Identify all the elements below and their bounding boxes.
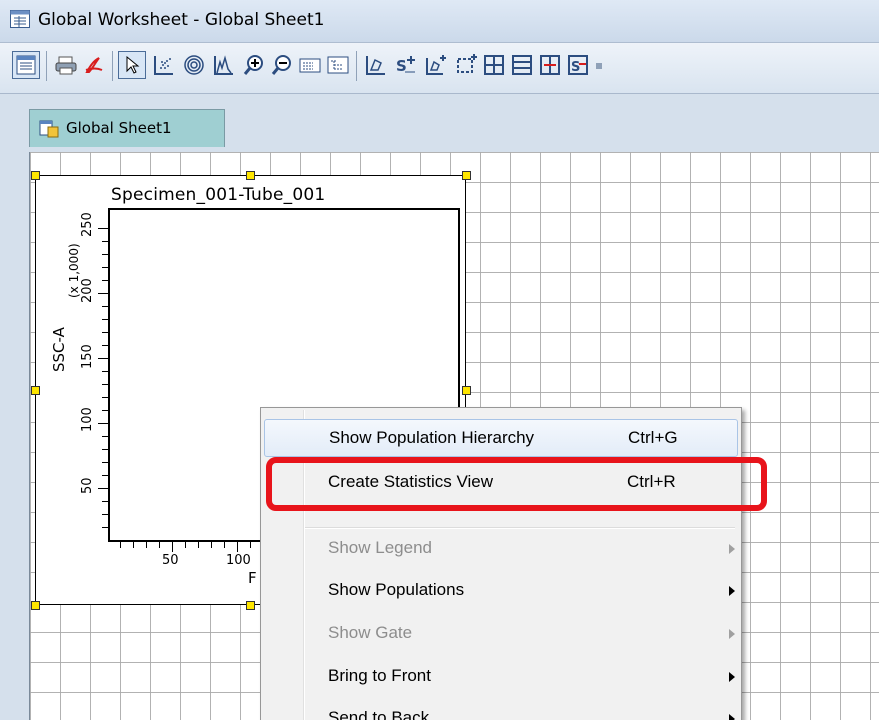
toolbar-separator: [46, 51, 47, 81]
polygon-gate-icon[interactable]: [362, 51, 390, 79]
menu-separator: [305, 527, 735, 529]
y-tick-label: 100: [80, 407, 95, 432]
toolbar-overflow: [596, 63, 602, 69]
statistics-icon[interactable]: [296, 51, 324, 79]
sheet-icon: [39, 118, 59, 138]
worksheet-icon[interactable]: [12, 51, 40, 79]
y-tick-label: 250: [80, 212, 95, 237]
toolbar-separator: [356, 51, 357, 81]
snap-interval-gate-icon[interactable]: S: [564, 51, 592, 79]
left-margin: [0, 94, 29, 720]
hierarchy-icon[interactable]: [324, 51, 352, 79]
toolbar-separator: [112, 51, 113, 81]
selection-handle[interactable]: [31, 171, 40, 180]
interval-gate-icon[interactable]: [508, 51, 536, 79]
print-icon[interactable]: [52, 51, 80, 79]
menu-item-label: Show Populations: [328, 580, 465, 599]
selection-handle[interactable]: [31, 386, 40, 395]
x-tick-label: 100: [226, 553, 251, 568]
quadrant-gate-icon[interactable]: [480, 51, 508, 79]
context-menu: Show Population Hierarchy Ctrl+G Create …: [260, 407, 742, 720]
y-tick-label: 200: [80, 278, 95, 303]
contour-plot-icon[interactable]: [180, 51, 208, 79]
y-tick-label: 150: [80, 344, 95, 369]
title-bar[interactable]: Global Worksheet - Global Sheet1: [0, 0, 879, 43]
zoom-out-icon[interactable]: [268, 51, 296, 79]
menu-item-label: Show Gate: [328, 623, 413, 642]
svg-text:S: S: [571, 60, 580, 75]
selection-handle[interactable]: [31, 601, 40, 610]
binary-gate-icon[interactable]: [536, 51, 564, 79]
plot-title: Specimen_001-Tube_001: [111, 185, 326, 205]
pdf-icon[interactable]: [80, 51, 108, 79]
submenu-arrow-icon: [729, 544, 735, 554]
selection-handle[interactable]: [462, 386, 471, 395]
highlight-annotation: [266, 457, 767, 511]
selection-handle[interactable]: [246, 601, 255, 610]
menu-item-label: Bring to Front: [328, 666, 431, 685]
tab-strip: Global Sheet1: [0, 94, 879, 152]
worksheet-window: Global Worksheet - Global Sheet1 S S Glo…: [0, 0, 879, 720]
selection-handle[interactable]: [246, 171, 255, 180]
menu-item-show-population-hierarchy[interactable]: Show Population Hierarchy Ctrl+G: [264, 419, 738, 457]
menu-item-send-to-back[interactable]: Send to Back: [264, 700, 738, 720]
y-axis-unit: (x 1,000): [67, 243, 81, 298]
submenu-arrow-icon: [729, 672, 735, 682]
submenu-arrow-icon: [729, 586, 735, 596]
worksheet-icon: [10, 10, 30, 28]
tab-global-sheet1[interactable]: Global Sheet1: [29, 109, 225, 147]
window-title: Global Worksheet - Global Sheet1: [38, 10, 325, 30]
tab-label: Global Sheet1: [66, 119, 172, 137]
menu-item-shortcut: Ctrl+G: [628, 428, 678, 447]
pointer-icon[interactable]: [118, 51, 146, 79]
autopolygon-gate-icon[interactable]: [422, 51, 450, 79]
x-tick-label: 50: [162, 553, 179, 568]
menu-item-show-populations[interactable]: Show Populations: [264, 572, 738, 610]
menu-item-bring-to-front[interactable]: Bring to Front: [264, 658, 738, 696]
snap-to-gate-icon[interactable]: S: [392, 51, 420, 79]
submenu-arrow-icon: [729, 629, 735, 639]
menu-item-show-gate[interactable]: Show Gate: [264, 615, 738, 653]
rectangle-gate-icon[interactable]: [452, 51, 480, 79]
histogram-icon[interactable]: [210, 51, 238, 79]
menu-item-show-legend[interactable]: Show Legend: [264, 530, 738, 568]
menu-item-label: Show Population Hierarchy: [329, 428, 535, 447]
menu-item-label: Show Legend: [328, 538, 432, 557]
submenu-arrow-icon: [729, 714, 735, 720]
selection-handle[interactable]: [462, 171, 471, 180]
y-axis-label: SSC-A: [50, 327, 68, 372]
dot-plot-icon[interactable]: [150, 51, 178, 79]
x-axis-label: F: [248, 569, 257, 587]
zoom-in-icon[interactable]: [240, 51, 268, 79]
menu-item-label: Send to Back: [328, 708, 430, 720]
y-tick-label: 50: [80, 477, 95, 494]
toolbar: S S: [0, 43, 879, 94]
